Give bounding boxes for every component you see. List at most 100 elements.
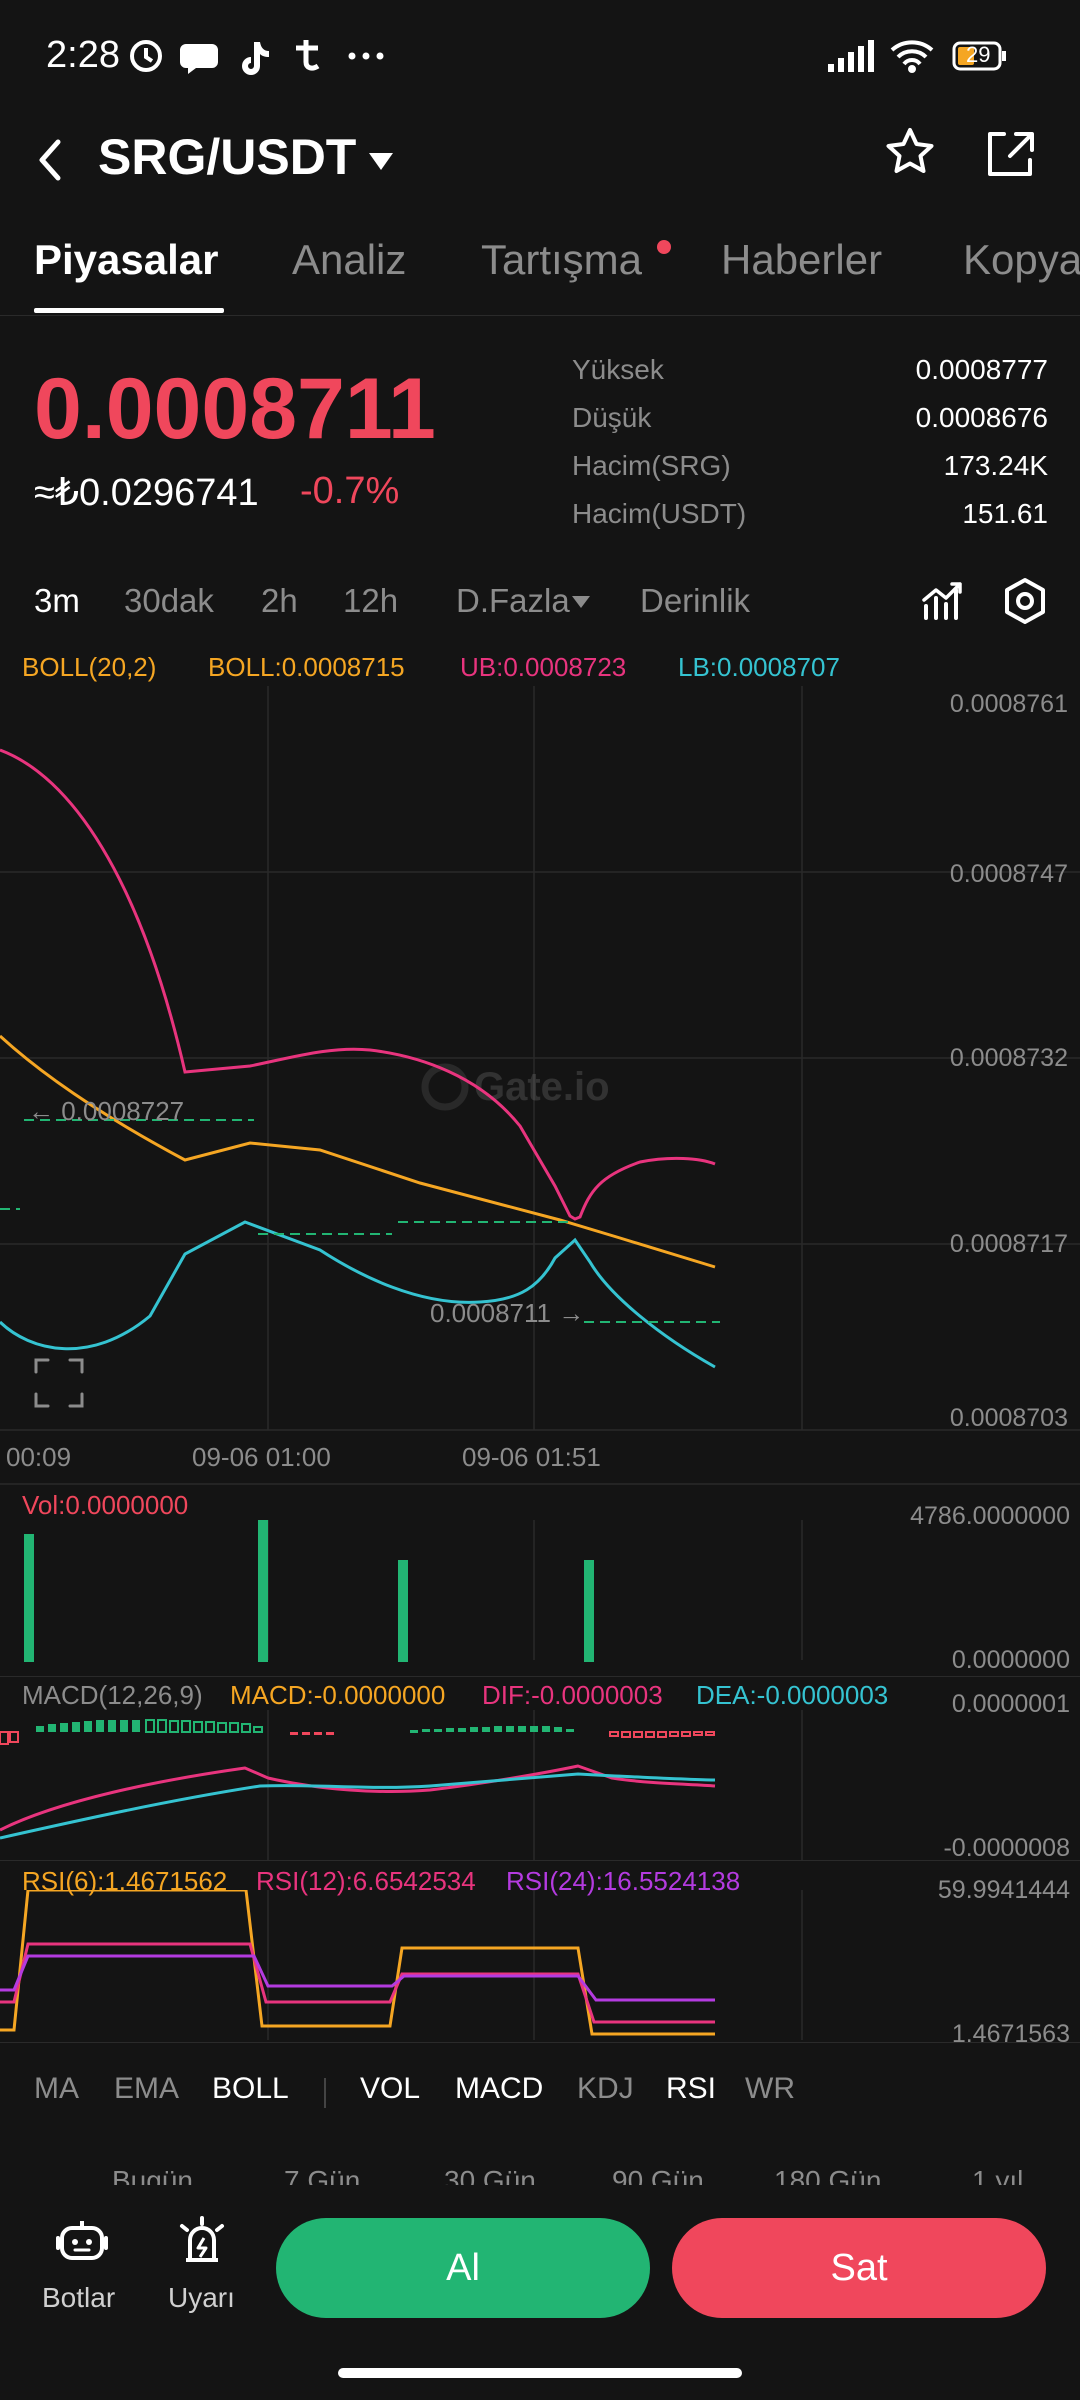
sell-button[interactable]: Sat [672,2218,1046,2318]
tab-haberler[interactable]: Haberler [721,236,882,284]
back-chevron-icon[interactable] [30,130,70,190]
period-1y[interactable]: 1 yıl [972,2165,1023,2185]
star-icon[interactable] [880,120,940,190]
interval-30dak[interactable]: 30dak [124,582,214,620]
indicator-selector: MA EMA BOLL VOL MACD KDJ RSI WR [0,2060,1080,2120]
period-row: Bugün 7 Gün 30 Gün 90 Gün 180 Gün 1 yıl [0,2155,1080,2185]
macd-dea: DEA:-0.0000003 [696,1680,889,1710]
boll-ub-line [0,748,716,1221]
stat-low-label: Düşük [572,402,652,433]
indicator-chart-icon[interactable] [918,576,968,626]
period-7d[interactable]: 7 Gün [284,2165,360,2185]
period-180d[interactable]: 180 Gün [774,2165,881,2185]
interval-2h[interactable]: 2h [261,582,298,620]
more-dots-icon [348,52,384,60]
robot-icon[interactable] [56,2216,108,2268]
indicator-boll[interactable]: BOLL [212,2072,289,2106]
tab-kopya[interactable]: Kopya [963,236,1080,284]
stat-high-label: Yüksek [572,354,664,385]
signal-icon [828,40,874,72]
period-today[interactable]: Bugün [112,2165,193,2185]
interval-depth[interactable]: Derinlik [640,582,750,620]
macd-dea-line [0,1772,716,1840]
volume-label: Vol:0.0000000 [22,1490,189,1520]
price-axis-label: 0.0008717 [950,1230,1068,1258]
header: SRG/USDT [0,110,1080,230]
interval-more[interactable]: D.Fazla [456,582,570,620]
volume-bar [24,1534,34,1662]
stat-vol-base-label: Hacim(SRG) [572,450,731,481]
indicator-kdj[interactable]: KDJ [577,2072,634,2106]
boll-value: BOLL:0.0008715 [208,652,405,682]
last-price: 0.0008711 [34,361,436,457]
indicator-ma[interactable]: MA [34,2072,79,2106]
divider [0,2042,1080,2043]
wifi-icon [890,40,934,73]
rsi24-line [0,1954,715,2002]
macd-name: MACD(12,26,9) [22,1680,203,1710]
indicator-separator [324,2078,326,2108]
period-30d[interactable]: 30 Gün [444,2165,536,2185]
notification-dot [657,240,671,254]
price-change: -0.7% [300,470,400,512]
rsi-chart [0,1890,803,2040]
volume-bar [584,1560,594,1662]
divider [0,1676,1080,1677]
tab-piyasalar[interactable]: Piyasalar [34,236,219,284]
stat-vol-quote-label: Hacim(USDT) [572,498,747,529]
time-axis-label: 00:09 [6,1442,71,1472]
status-app-icons [130,40,384,75]
stat-vol-quote-value: 151.61 [962,498,1048,529]
period-90d[interactable]: 90 Gün [612,2165,704,2185]
caret-down-icon[interactable] [366,146,396,176]
rsi6-line [0,1890,715,2036]
buy-button[interactable]: Al [276,2218,650,2318]
tiktok-icon [242,42,269,75]
expand-icon [34,1358,84,1408]
indicator-macd[interactable]: MACD [455,2072,543,2106]
boll-lb: LB:0.0008707 [678,652,840,682]
indicator-vol[interactable]: VOL [360,2072,420,2106]
caret-down-icon [572,596,590,608]
indicator-wr[interactable]: WR [745,2072,795,2106]
time-axis-label: 09-06 01:51 [462,1442,601,1472]
stat-high-value: 0.0008777 [915,354,1048,385]
indicator-rsi[interactable]: RSI [666,2072,716,2106]
bots-label[interactable]: Botlar [42,2282,115,2314]
indicator-ema[interactable]: EMA [114,2072,179,2106]
interval-3m[interactable]: 3m [34,582,80,620]
volume-bar [398,1560,408,1662]
last-marker-label: 0.0008711 → [430,1298,584,1328]
interval-12h[interactable]: 12h [343,582,398,620]
status-time: 2:28 [46,34,120,76]
tab-tartisma[interactable]: Tartışma [481,236,642,284]
high-marker-label: ← 0.0008727 [28,1096,184,1126]
volume-chart [24,1520,803,1662]
price-axis-label: 0.0008703 [950,1404,1068,1432]
time-axis-label: 09-06 01:00 [192,1442,331,1472]
chat-bubble-icon [180,44,218,74]
price-axis-label: 0.0008761 [950,690,1068,718]
pair-title[interactable]: SRG/USDT [98,128,356,186]
boll-name: BOLL(20,2) [22,652,157,682]
boll-ub: UB:0.0008723 [460,652,627,682]
alarm-bell-icon[interactable] [176,2214,228,2270]
stat-vol-base-value: 173.24K [943,450,1048,481]
settings-hex-icon[interactable] [1000,576,1050,626]
volume-bar [258,1520,268,1662]
macd-histogram [36,1720,140,1732]
stat-low-value: 0.0008676 [915,402,1048,433]
boll-legend: BOLL(20,2) BOLL:0.0008715 UB:0.0008723 L… [0,644,1080,686]
tab-analiz[interactable]: Analiz [292,236,406,284]
share-icon[interactable] [978,120,1038,190]
macd-chart [0,1710,803,1860]
gate-watermark-logo [421,1063,469,1111]
alerts-label[interactable]: Uyarı [168,2282,235,2314]
watermark-text: Gate.io [474,1065,610,1109]
status-bar: 2:28 29 [0,0,1080,110]
home-indicator[interactable] [338,2368,742,2378]
t-app-icon [296,40,320,71]
fiat-price: ≈₺0.0296741 [34,472,259,514]
divider [0,1860,1080,1861]
macd-value: MACD:-0.0000000 [230,1680,446,1710]
